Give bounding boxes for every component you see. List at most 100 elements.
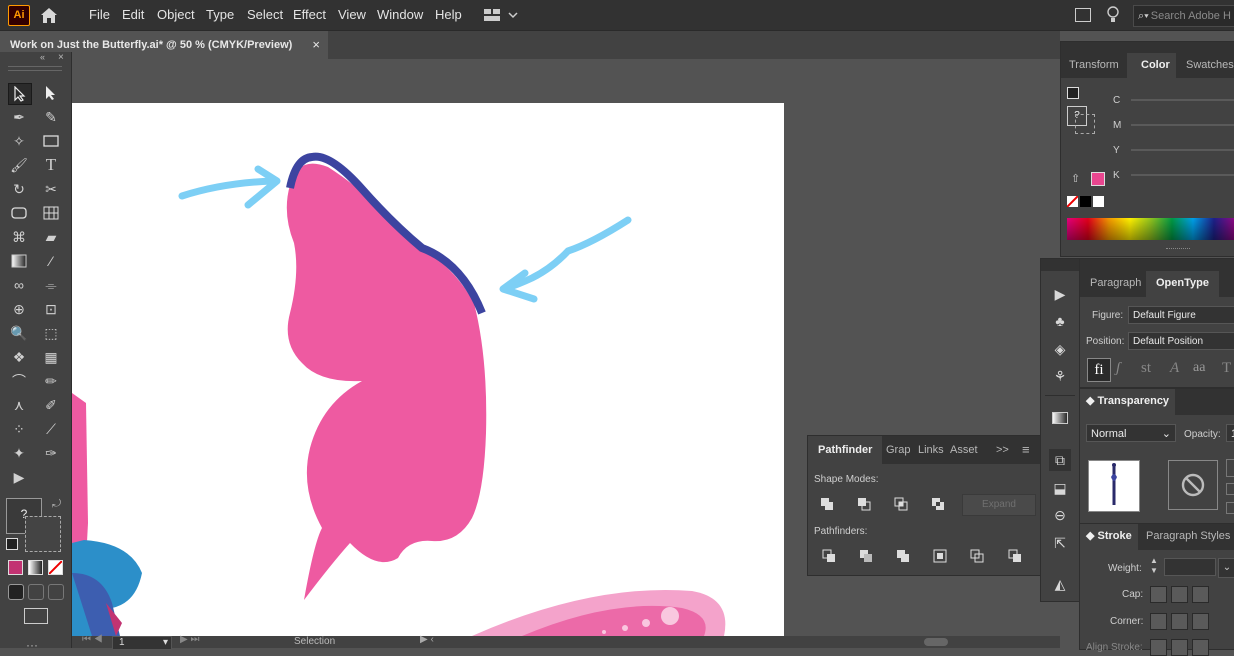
workspace-switcher-icon[interactable]	[483, 7, 519, 23]
live-paint-icon[interactable]: ⌯	[40, 275, 62, 295]
rotate-tool-icon[interactable]: ↻	[8, 179, 30, 199]
strip-grip[interactable]	[1041, 259, 1079, 271]
slice-tool-icon[interactable]: ⟋	[40, 419, 62, 439]
graph-tool-icon[interactable]: ▦	[40, 347, 62, 367]
document-close-icon[interactable]: ×	[312, 31, 320, 59]
gradient-mode-icon[interactable]	[28, 560, 43, 575]
gradient-panel-icon[interactable]	[1049, 407, 1071, 429]
zoom-tool-icon[interactable]: 🔍	[8, 323, 30, 343]
edit-toolbar-icon[interactable]: ▶	[8, 467, 30, 487]
actions-play-icon[interactable]: ▶	[1049, 283, 1071, 305]
tab-paragraph[interactable]: Paragraph	[1090, 271, 1141, 297]
tab-graphic-styles[interactable]: Grap	[886, 436, 910, 464]
artboard[interactable]	[72, 103, 784, 636]
scissors-tool-icon[interactable]: ✂	[40, 179, 62, 199]
symbols-club-icon[interactable]: ♣	[1049, 310, 1071, 332]
channel-c-slider[interactable]	[1131, 99, 1234, 101]
menu-select[interactable]: Select	[247, 7, 283, 22]
stroke-swatch[interactable]	[25, 516, 61, 552]
panel-resize-grip[interactable]	[1166, 248, 1190, 252]
arc-tool-icon[interactable]: ⌒	[8, 371, 30, 391]
curvature-tool-icon[interactable]: ✎	[40, 107, 62, 127]
discretionary-ligatures-button[interactable]: st	[1141, 360, 1151, 377]
screen-mode-icon[interactable]	[24, 608, 48, 624]
eyedropper-tool-icon[interactable]: ⁄	[40, 251, 62, 271]
pen-tool-icon[interactable]: ✒	[8, 107, 30, 127]
butterfly-artwork[interactable]	[72, 103, 784, 636]
blend-mode-dropdown[interactable]: Normal ⌄	[1086, 424, 1176, 442]
fill-stroke-mini-icon[interactable]	[1067, 87, 1079, 99]
pencil-tool-icon[interactable]: ✏	[40, 371, 62, 391]
contextual-alternates-button[interactable]: ʃ	[1116, 360, 1120, 377]
bevel-join-button[interactable]	[1192, 613, 1209, 630]
free-transform-icon[interactable]: ⬚	[40, 323, 62, 343]
menu-view[interactable]: View	[338, 7, 366, 22]
projecting-cap-button[interactable]	[1192, 586, 1209, 603]
puppet-warp-icon[interactable]: ⌘	[8, 227, 30, 247]
type-tool-icon[interactable]: T	[40, 155, 62, 175]
merge-icon[interactable]	[892, 545, 914, 567]
color-panel-grip[interactable]	[1061, 42, 1234, 53]
panel-toggle-icon[interactable]	[1075, 8, 1091, 22]
make-mask-button[interactable]	[1226, 459, 1234, 477]
figure-dropdown[interactable]: Default Figure	[1128, 306, 1234, 324]
channel-y-slider[interactable]	[1131, 149, 1234, 151]
weight-stepper-icon[interactable]: ▲ ▼	[1150, 556, 1162, 576]
mesh-grid-icon[interactable]	[40, 203, 62, 223]
crop-icon[interactable]	[929, 545, 951, 567]
horizontal-scrollbar-thumb[interactable]	[924, 638, 948, 646]
color-mode-icon[interactable]	[8, 560, 23, 575]
white-swatch[interactable]	[1093, 196, 1104, 207]
color-spectrum[interactable]	[1067, 218, 1234, 240]
tab-links[interactable]: Links	[918, 436, 944, 464]
collapse-toolbar-icon[interactable]: «	[40, 52, 45, 62]
ligature-fi-button[interactable]: fi	[1087, 358, 1111, 382]
default-fill-stroke-icon[interactable]	[6, 538, 18, 550]
status-mode[interactable]: Selection	[294, 636, 335, 647]
paintbrush-tool-icon[interactable]: 🖌	[8, 155, 30, 175]
out-of-gamut-icon[interactable]: ⇧	[1071, 172, 1080, 185]
tab-opentype[interactable]: OpenType	[1146, 271, 1219, 297]
channel-k-slider[interactable]	[1131, 174, 1234, 176]
swap-fill-stroke-icon[interactable]: ⤾	[52, 498, 61, 511]
search-field[interactable]: ⌕▾ Search Adobe H	[1133, 5, 1234, 27]
unite-icon[interactable]	[816, 493, 838, 515]
lightbulb-icon[interactable]	[1106, 5, 1120, 25]
magic-wand-icon[interactable]: ✧	[8, 131, 30, 151]
panel-menu-icon[interactable]: ≡	[1022, 436, 1030, 464]
smooth-tool-icon[interactable]: ⁘	[8, 419, 30, 439]
exclude-icon[interactable]	[927, 493, 949, 515]
next-artboard-icon[interactable]: ▶ ⏭	[180, 634, 199, 645]
stroke-indicator[interactable]	[1075, 114, 1095, 134]
channel-m-slider[interactable]	[1131, 124, 1234, 126]
opentype-grip[interactable]	[1080, 259, 1234, 271]
swash-button[interactable]: A	[1170, 360, 1179, 377]
blend-tool-icon[interactable]: ∞	[8, 275, 30, 295]
perspective-grid-icon[interactable]: ✦	[8, 443, 30, 463]
pathfinder-panel-icon[interactable]: ⧉	[1049, 449, 1071, 471]
blob-brush-icon[interactable]: ✐	[40, 395, 62, 415]
butt-cap-button[interactable]	[1150, 586, 1167, 603]
menu-help[interactable]: Help	[435, 7, 462, 22]
menu-object[interactable]: Object	[157, 7, 195, 22]
titling-alternates-button[interactable]: T	[1222, 360, 1231, 377]
divide-icon[interactable]	[818, 545, 840, 567]
image-trace-icon[interactable]: ◭	[1049, 573, 1071, 595]
minus-back-icon[interactable]	[1004, 545, 1026, 567]
invert-mask-checkbox[interactable]	[1226, 502, 1234, 514]
intersect-icon[interactable]	[890, 493, 912, 515]
menu-effect[interactable]: Effect	[293, 7, 326, 22]
minus-front-icon[interactable]	[853, 493, 875, 515]
object-thumbnail[interactable]	[1088, 460, 1140, 512]
transform-panel-icon[interactable]: ⬓	[1049, 477, 1071, 499]
position-dropdown[interactable]: Default Position	[1128, 332, 1234, 350]
tab-stroke[interactable]: ◆ Stroke	[1080, 524, 1138, 550]
draw-behind-icon[interactable]	[28, 584, 44, 600]
eraser-tool-icon[interactable]: ▰	[40, 227, 62, 247]
menu-file[interactable]: File	[89, 7, 110, 22]
first-artboard-icon[interactable]: ⏮ ◀	[82, 634, 103, 645]
layers-icon[interactable]: ◈	[1049, 338, 1071, 360]
tab-asset-export[interactable]: Asset	[950, 436, 978, 464]
tab-swatches[interactable]: Swatches	[1186, 53, 1234, 78]
menu-edit[interactable]: Edit	[122, 7, 144, 22]
